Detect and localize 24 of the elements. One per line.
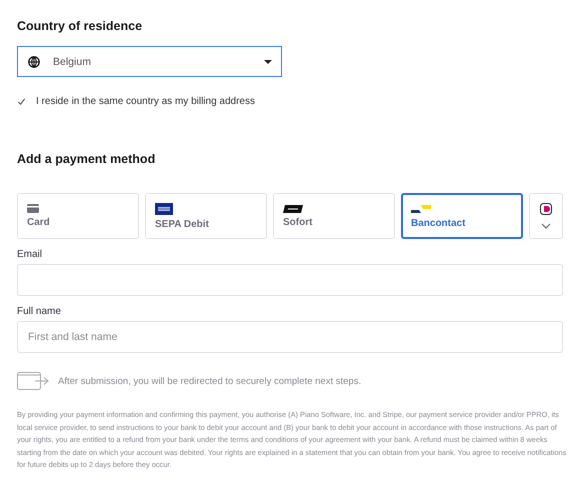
- input-field[interactable]: First and last name: [17, 321, 563, 353]
- redirect-note: After submission, you will be redirected to securely complete next steps.: [58, 376, 362, 386]
- payment-method-tab[interactable]: Sofort: [273, 193, 395, 239]
- field-label: Full name: [17, 306, 62, 317]
- payment-method-tab[interactable]: SEPA Debit: [145, 193, 267, 239]
- input-field[interactable]: [17, 264, 563, 296]
- card-icon: [27, 204, 39, 213]
- country-select[interactable]: Belgium: [17, 46, 282, 77]
- checkbox-label: I reside in the same country as my billing address: [36, 96, 255, 107]
- section-heading: Add a payment method: [17, 152, 156, 166]
- payment-method-tab[interactable]: Card: [17, 193, 139, 239]
- bancontact-logo-icon: [411, 204, 431, 214]
- more-methods-tab[interactable]: [529, 193, 563, 239]
- payment-method-tab[interactable]: Bancontact: [401, 193, 523, 239]
- sofort-logo-icon: [283, 204, 303, 212]
- caret-icon: [264, 60, 272, 64]
- section-heading: Country of residence: [17, 19, 144, 33]
- chevron-down-icon: [541, 223, 551, 229]
- sepa-logo-icon: [155, 202, 173, 214]
- globe-icon: [28, 56, 40, 68]
- checkbox[interactable]: [17, 97, 26, 106]
- ideal-logo-icon: [540, 203, 552, 215]
- field-label: Email: [17, 249, 44, 260]
- browser-redirect-icon: [17, 372, 49, 390]
